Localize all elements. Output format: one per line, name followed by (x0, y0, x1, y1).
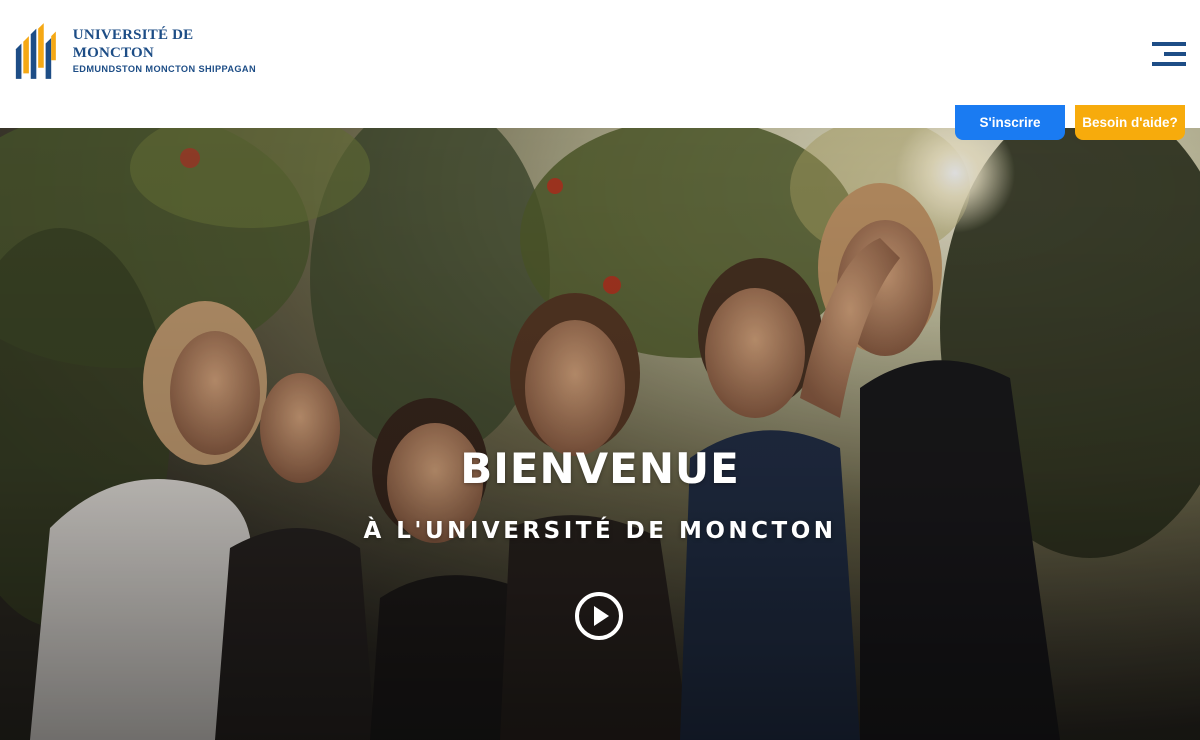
hero-banner: BIENVENUE À L'UNIVERSITÉ DE MONCTON (0, 128, 1200, 740)
menu-line (1164, 52, 1186, 56)
register-button[interactable]: S'inscrire (955, 105, 1065, 140)
hero-title: BIENVENUE (460, 444, 740, 493)
hamburger-menu-icon[interactable] (1152, 42, 1186, 70)
menu-line (1152, 42, 1186, 46)
menu-line (1152, 62, 1186, 66)
logo-university-name: UNIVERSITÉ DE MONCTON (72, 27, 194, 61)
help-button[interactable]: Besoin d'aide? (1075, 105, 1185, 140)
logo-mark-icon (15, 23, 56, 79)
play-icon[interactable] (574, 591, 624, 641)
hero-subtitle: À L'UNIVERSITÉ DE MONCTON (363, 518, 837, 544)
hero-background-image (0, 128, 1200, 740)
logo-text: UNIVERSITÉ DE MONCTON EDMUNDSTON MONCTON… (73, 26, 264, 76)
logo-campuses: EDMUNDSTON MONCTON SHIPPAGAN (72, 64, 256, 74)
university-logo[interactable]: UNIVERSITÉ DE MONCTON EDMUNDSTON MONCTON… (14, 19, 264, 83)
